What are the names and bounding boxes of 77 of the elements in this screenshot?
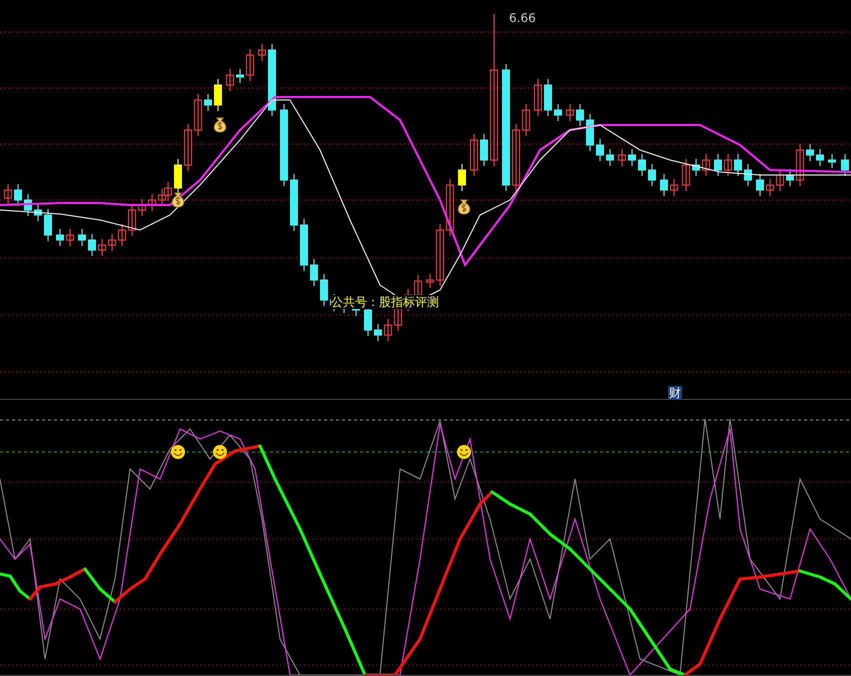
candlestick: [576, 104, 584, 126]
candlestick: [24, 194, 32, 216]
candlestick: [426, 274, 434, 288]
high-price-label: 6.66: [509, 11, 536, 25]
candlestick: [458, 164, 466, 192]
money-bag-icon: [214, 118, 226, 132]
candlestick: [816, 148, 824, 166]
candlestick: [670, 178, 678, 196]
candlestick: [756, 174, 764, 196]
candlestick: [776, 168, 784, 192]
candlestick: [320, 274, 328, 306]
finance-badge[interactable]: 财: [668, 386, 682, 400]
candlestick: [214, 78, 222, 112]
candlestick: [470, 134, 478, 176]
candlestick: [724, 154, 732, 176]
candlestick: [618, 148, 626, 166]
candlestick: [56, 228, 64, 246]
smiley-icon: [171, 445, 185, 460]
candlestick: [290, 174, 298, 232]
candlestick: [258, 44, 266, 62]
candlestick: [682, 158, 690, 192]
candlestick: [702, 154, 710, 176]
candlestick: [4, 184, 12, 204]
candlestick: [226, 68, 234, 92]
candlestick: [108, 234, 116, 252]
candlestick: [138, 198, 146, 216]
candlestick: [628, 148, 636, 166]
candlestick: [34, 204, 42, 222]
candlestick: [480, 134, 488, 166]
candlestick: [554, 104, 562, 122]
candlestick: [534, 78, 542, 116]
candlestick: [660, 174, 668, 196]
overlay-caption: 公共号：股指标评测: [331, 295, 439, 309]
money-bag-icon: [458, 200, 470, 214]
candlestick: [522, 104, 530, 136]
candlestick: [586, 114, 594, 152]
candlestick: [544, 78, 552, 116]
candlestick: [638, 154, 646, 176]
candlestick: [596, 138, 604, 162]
candlestick: [14, 184, 22, 206]
candlestick: [744, 164, 752, 186]
candlestick: [446, 178, 454, 236]
candlestick: [148, 194, 156, 212]
candlestick: [204, 94, 212, 112]
candlestick: [436, 224, 444, 286]
candlestick: [118, 224, 126, 246]
candlestick: [66, 228, 74, 246]
candlestick: [714, 154, 722, 176]
candlestick: [692, 158, 700, 176]
smiley-icon: [213, 445, 227, 460]
candlestick: [236, 68, 244, 84]
candlestick: [766, 178, 774, 196]
candlestick: [246, 48, 254, 82]
candlestick: [184, 124, 192, 172]
candlestick: [310, 258, 318, 286]
candlestick: [384, 318, 392, 342]
candlestick: [796, 144, 804, 186]
money-bag-icon: [172, 192, 184, 208]
candlestick: [174, 158, 182, 194]
candlestick: [194, 94, 202, 136]
candlestick: [512, 124, 520, 192]
candlestick: [806, 144, 814, 162]
candlestick: [44, 208, 52, 242]
candlestick: [734, 154, 742, 176]
candlestick: [98, 238, 106, 256]
candlestick: [648, 164, 656, 186]
candlestick: [88, 234, 96, 256]
candlestick: [828, 154, 836, 168]
candlestick: [566, 104, 574, 122]
candlestick: [374, 324, 382, 342]
candlestick: [300, 218, 308, 272]
candlestick: [128, 204, 136, 236]
candlestick: [606, 148, 614, 166]
candlestick: [78, 228, 86, 246]
candlestick: [786, 168, 794, 186]
candlestick: [841, 154, 849, 176]
smiley-icon: [457, 445, 471, 460]
